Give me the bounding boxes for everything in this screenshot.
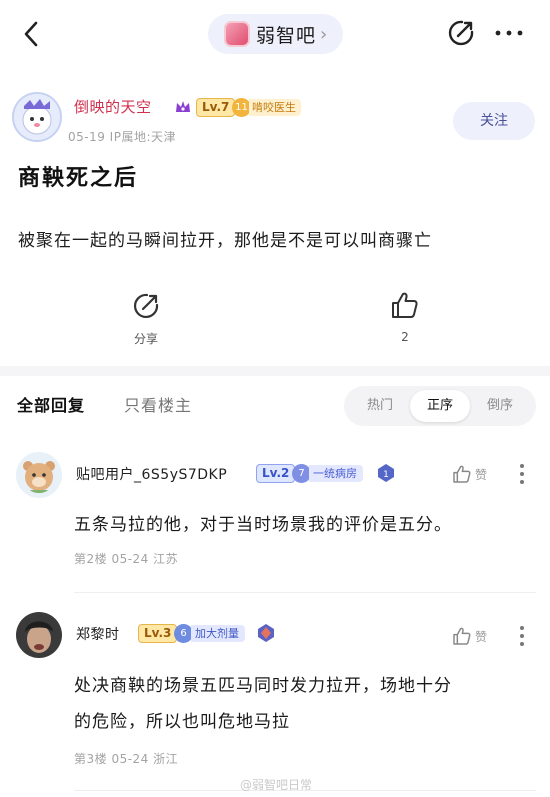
more-dots-icon [495,30,523,36]
reply-level-badge: Lv.3 [138,624,178,643]
title-text: 加大剂量 [191,625,245,642]
share-action-button[interactable]: 分享 [126,292,166,350]
reply-content: 处决商鞅的场景五匹马同时发力拉开，场地十分 的危险，所以也叫危地马拉 [74,668,452,740]
photo-avatar-icon [16,612,62,658]
reply-author-name[interactable]: 郑黎时 [76,624,120,644]
tab-op-only[interactable]: 只看楼主 [124,392,192,416]
like-label: 赞 [475,467,488,482]
reply-meta: 第2楼 05-24 江苏 [74,552,179,566]
back-arrow-icon [24,21,38,47]
reply-like-button[interactable]: 赞 [452,624,500,648]
share-icon [133,293,159,319]
reply-more-button[interactable] [514,462,530,486]
forum-link[interactable]: 弱智吧 › [208,14,343,54]
share-edit-icon [448,20,474,46]
post-body: 被聚在一起的马瞬间拉开，那他是不是可以叫商骤亡 [18,231,432,251]
gem-badge-icon [256,623,276,643]
reply-avatar[interactable] [16,612,62,658]
reply-level-badge: Lv.2 [256,464,296,483]
thumbs-up-icon [392,292,418,318]
watermark: @弱智吧日常 [240,778,313,792]
share-label: 分享 [133,332,158,346]
reply-content-line: 五条马拉的他，对于当时场景我的评价是五分。 [74,515,452,535]
reply-divider [74,592,536,593]
forum-avatar-icon [224,21,250,47]
reply-content-line: 的危险，所以也叫危地马拉 [74,712,290,732]
reply-avatar[interactable] [16,452,62,498]
author-medal-badge: 11 啃咬医生 [232,98,301,117]
author-avatar[interactable] [12,92,62,142]
author-name[interactable]: 倒映的天空 [74,96,152,117]
title-text: 一统病房 [309,465,363,482]
reply-title-badge: 7 一统病房 [292,464,363,483]
author-level-badge: Lv.7 [196,98,236,117]
like-count: 2 [401,330,409,344]
crown-badge-icon [174,98,192,116]
thumbs-up-icon [453,627,471,645]
thumbs-up-icon [453,465,471,483]
post-meta: 05-19 IP属地:天津 [68,130,177,144]
tab-all-replies[interactable]: 全部回复 [17,392,85,416]
svg-text:1: 1 [383,470,389,480]
sort-toggle: 热门 正序 倒序 [344,386,536,426]
like-label: 赞 [475,629,488,644]
bear-avatar-icon [16,452,62,498]
reply-like-button[interactable]: 赞 [452,462,500,486]
post-title: 商鞅死之后 [18,166,139,191]
sort-ascending[interactable]: 正序 [410,390,470,422]
follow-button[interactable]: 关注 [453,102,535,140]
reply-author-name[interactable]: 贴吧用户_6S5yS7DKP [76,464,227,484]
gem-badge-icon: 1 [376,463,396,483]
forum-name: 弱智吧 [256,24,317,47]
like-action-button[interactable]: 2 [385,290,425,350]
back-button[interactable] [18,18,48,50]
sort-descending[interactable]: 倒序 [470,390,530,422]
reply-content: 五条马拉的他，对于当时场景我的评价是五分。 [74,507,452,543]
section-divider [0,366,550,376]
reply-meta: 第3楼 05-24 浙江 [74,752,179,766]
vertical-dots-icon [520,464,524,484]
vertical-dots-icon [520,626,524,646]
reply-title-badge: 6 加大剂量 [174,624,245,643]
share-button[interactable] [446,18,476,48]
chevron-right-icon: › [320,23,328,45]
sort-hot[interactable]: 热门 [350,390,410,422]
reply-content-line: 处决商鞅的场景五匹马同时发力拉开，场地十分 [74,676,452,696]
avatar-cartoon-icon [14,94,60,140]
more-options-button[interactable] [494,22,524,44]
medal-title: 啃咬医生 [249,99,301,116]
reply-more-button[interactable] [514,624,530,648]
